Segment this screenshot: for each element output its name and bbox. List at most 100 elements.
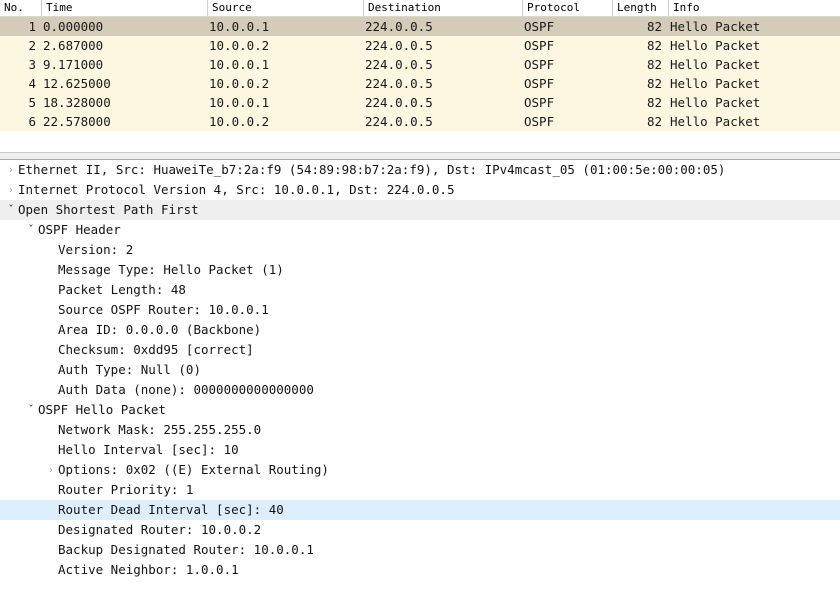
- packet-cell-proto: OSPF: [524, 57, 555, 72]
- detail-designated-router[interactable]: Designated Router: 10.0.0.2: [0, 520, 840, 540]
- packet-cell-no: 2: [28, 38, 36, 53]
- packet-cell-dst: 224.0.0.5: [365, 76, 433, 91]
- chevron-down-icon[interactable]: ˇ: [24, 220, 38, 240]
- packet-cell-src: 10.0.0.1: [209, 95, 270, 110]
- detail-auth-data-label: Auth Data (none): 0000000000000000: [58, 382, 314, 397]
- detail-packet-length[interactable]: Packet Length: 48: [0, 280, 840, 300]
- column-header-len[interactable]: Length: [612, 0, 668, 16]
- detail-backup-designated-router[interactable]: Backup Designated Router: 10.0.0.1: [0, 540, 840, 560]
- detail-ospf[interactable]: ˇ Open Shortest Path First: [0, 200, 840, 220]
- column-header-dst[interactable]: Destination: [363, 0, 522, 16]
- chevron-down-icon[interactable]: ˇ: [24, 400, 38, 420]
- packet-cell-time: 18.328000: [43, 95, 111, 110]
- detail-version-label: Version: 2: [58, 242, 134, 257]
- column-header-no[interactable]: No.: [0, 0, 41, 16]
- packet-cell-len: 82: [646, 76, 662, 91]
- packet-list-row[interactable]: 6 22.578000 10.0.0.2 224.0.0.5 OSPF 82 Hello P…: [0, 112, 840, 131]
- packet-cell-no: 5: [28, 95, 36, 110]
- packet-cell-len: 82: [646, 38, 662, 53]
- packet-cell-no: 3: [28, 57, 36, 72]
- detail-router-priority[interactable]: Router Priority: 1: [0, 480, 840, 500]
- packet-cell-src: 10.0.0.2: [209, 76, 270, 91]
- detail-source-ospf-router-label: Source OSPF Router: 10.0.0.1: [58, 302, 269, 317]
- chevron-down-icon[interactable]: ˇ: [4, 200, 18, 220]
- packet-cell-time: 2.687000: [43, 38, 104, 53]
- packet-detail-pane[interactable]: › Ethernet II, Src: HuaweiTe_b7:2a:f9 (54…: [0, 160, 840, 594]
- detail-auth-type[interactable]: Auth Type: Null (0): [0, 360, 840, 380]
- packet-list-row[interactable]: 3 9.171000 10.0.0.1 224.0.0.5 OSPF 82 Hello Pa…: [0, 55, 840, 74]
- detail-ospf-hello-packet-label: OSPF Hello Packet: [38, 402, 166, 417]
- column-header-proto[interactable]: Protocol: [522, 0, 612, 16]
- pane-splitter-handle[interactable]: [0, 152, 840, 160]
- packet-cell-proto: OSPF: [524, 95, 555, 110]
- detail-auth-type-label: Auth Type: Null (0): [58, 362, 201, 377]
- detail-checksum[interactable]: Checksum: 0xdd95 [correct]: [0, 340, 840, 360]
- packet-cell-len: 82: [646, 95, 662, 110]
- column-header-time[interactable]: Time: [41, 0, 207, 16]
- detail-ipv4[interactable]: › Internet Protocol Version 4, Src: 10.0.…: [0, 180, 840, 200]
- packet-cell-dst: 224.0.0.5: [365, 95, 433, 110]
- packet-list-row[interactable]: 2 2.687000 10.0.0.2 224.0.0.5 OSPF 82 Hello Pa…: [0, 36, 840, 55]
- packet-list-row[interactable]: 4 12.625000 10.0.0.2 224.0.0.5 OSPF 82 Hello P…: [0, 74, 840, 93]
- packet-cell-src: 10.0.0.1: [209, 57, 270, 72]
- packet-cell-proto: OSPF: [524, 114, 555, 129]
- packet-cell-len: 82: [646, 19, 662, 34]
- chevron-right-icon[interactable]: ›: [44, 460, 58, 480]
- detail-options[interactable]: › Options: 0x02 ((E) External Routing): [0, 460, 840, 480]
- detail-network-mask[interactable]: Network Mask: 255.255.255.0: [0, 420, 840, 440]
- detail-active-neighbor-label: Active Neighbor: 1.0.0.1: [58, 562, 239, 577]
- packet-list-column-header[interactable]: No. Time Source Destination Protocol Length In…: [0, 0, 840, 17]
- chevron-right-icon[interactable]: ›: [4, 160, 18, 180]
- detail-ethernet-ii[interactable]: › Ethernet II, Src: HuaweiTe_b7:2a:f9 (54…: [0, 160, 840, 180]
- detail-source-ospf-router[interactable]: Source OSPF Router: 10.0.0.1: [0, 300, 840, 320]
- packet-cell-dst: 224.0.0.5: [365, 19, 433, 34]
- detail-ospf-header[interactable]: ˇ OSPF Header: [0, 220, 840, 240]
- detail-hello-interval[interactable]: Hello Interval [sec]: 10: [0, 440, 840, 460]
- detail-hello-interval-label: Hello Interval [sec]: 10: [58, 442, 239, 457]
- packet-cell-len: 82: [646, 57, 662, 72]
- packet-list-row[interactable]: 5 18.328000 10.0.0.1 224.0.0.5 OSPF 82 Hello P…: [0, 93, 840, 112]
- packet-list-row[interactable]: 1 0.000000 10.0.0.1 224.0.0.5 OSPF 82 Hello Pa…: [0, 17, 840, 36]
- column-header-src[interactable]: Source: [207, 0, 363, 16]
- packet-cell-info: Hello Packet: [670, 95, 761, 110]
- packet-cell-dst: 224.0.0.5: [365, 114, 433, 129]
- packet-cell-no: 1: [28, 19, 36, 34]
- detail-ipv4-label: Internet Protocol Version 4, Src: 10.0.0…: [18, 182, 455, 197]
- detail-version[interactable]: Version: 2: [0, 240, 840, 260]
- packet-list-pane[interactable]: No. Time Source Destination Protocol Length In…: [0, 0, 840, 152]
- detail-active-neighbor[interactable]: Active Neighbor: 1.0.0.1: [0, 560, 840, 580]
- packet-cell-info: Hello Packet: [670, 38, 761, 53]
- packet-cell-dst: 224.0.0.5: [365, 57, 433, 72]
- detail-router-dead-interval-label: Router Dead Interval [sec]: 40: [58, 502, 284, 517]
- detail-area-id[interactable]: Area ID: 0.0.0.0 (Backbone): [0, 320, 840, 340]
- detail-message-type[interactable]: Message Type: Hello Packet (1): [0, 260, 840, 280]
- column-header-info[interactable]: Info: [668, 0, 840, 16]
- detail-ospf-hello-packet[interactable]: ˇ OSPF Hello Packet: [0, 400, 840, 420]
- packet-cell-time: 9.171000: [43, 57, 104, 72]
- detail-auth-data[interactable]: Auth Data (none): 0000000000000000: [0, 380, 840, 400]
- chevron-right-icon[interactable]: ›: [4, 180, 18, 200]
- detail-router-priority-label: Router Priority: 1: [58, 482, 194, 497]
- packet-list-rows[interactable]: 1 0.000000 10.0.0.1 224.0.0.5 OSPF 82 Hello Pa…: [0, 17, 840, 131]
- detail-area-id-label: Area ID: 0.0.0.0 (Backbone): [58, 322, 262, 337]
- detail-router-dead-interval[interactable]: Router Dead Interval [sec]: 40: [0, 500, 840, 520]
- detail-ospf-label: Open Shortest Path First: [18, 202, 199, 217]
- packet-cell-no: 4: [28, 76, 36, 91]
- detail-message-type-label: Message Type: Hello Packet (1): [58, 262, 284, 277]
